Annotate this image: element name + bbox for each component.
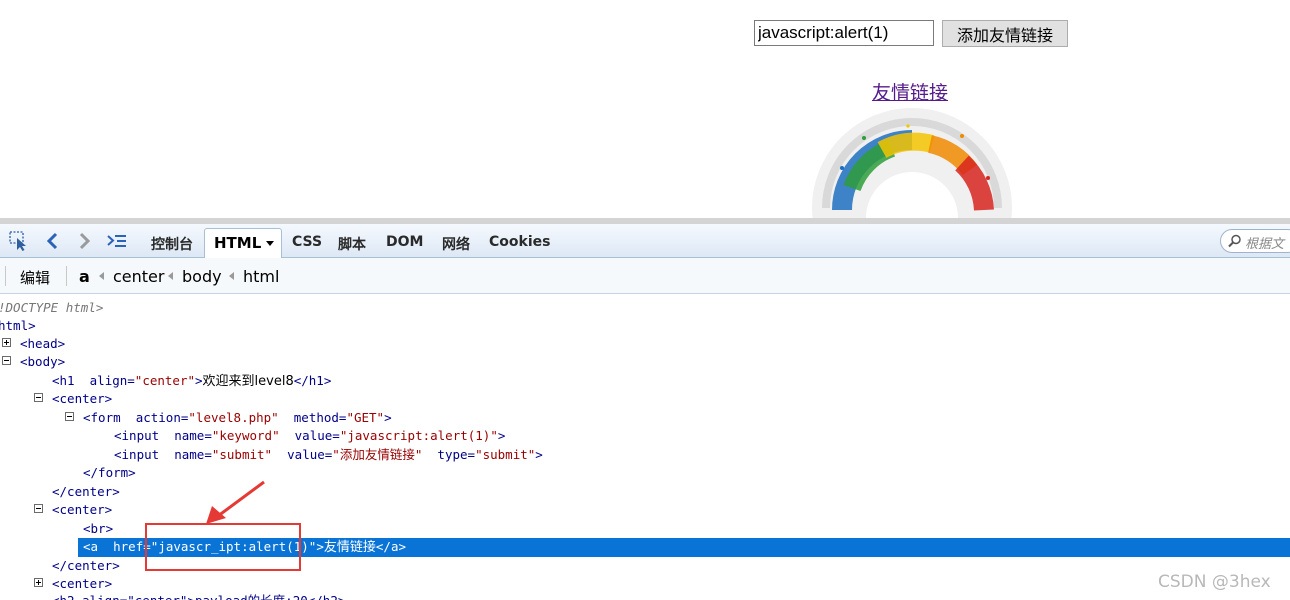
tree-center-3[interactable]: <center>	[52, 575, 112, 593]
search-icon	[1228, 234, 1241, 248]
breadcrumb-item-a[interactable]: a	[79, 267, 90, 286]
tree-head[interactable]: <head>	[20, 335, 65, 353]
tree-html[interactable]: html>	[0, 317, 36, 335]
friend-link[interactable]: 友情链接	[872, 78, 948, 105]
expand-toggle-icon[interactable]	[2, 338, 11, 347]
annotation-arrow-icon	[206, 480, 265, 524]
divider	[66, 266, 67, 286]
tag-name: <a	[83, 539, 99, 554]
breadcrumb-bar: 编辑 a center body html	[0, 258, 1290, 294]
tree-center[interactable]: <center>	[52, 390, 112, 408]
expand-toggle-icon[interactable]	[34, 578, 43, 587]
breadcrumb-arrow-icon	[99, 272, 104, 280]
add-friend-link-button[interactable]: 添加友情链接	[942, 20, 1068, 47]
attr-name: name=	[174, 447, 212, 462]
tab-script[interactable]: 脚本	[338, 234, 366, 254]
attr-name: name=	[174, 428, 212, 443]
tag-bracket: >	[535, 447, 543, 462]
tree-input-submit[interactable]: <input name="submit" value="添加友情链接" type…	[114, 446, 543, 464]
donut-image	[812, 108, 1012, 218]
attr-value: "javascript:alert(1)"	[339, 428, 498, 443]
tree-center-2[interactable]: <center>	[52, 501, 112, 519]
keyword-input[interactable]	[754, 20, 934, 46]
tab-network[interactable]: 网络	[442, 234, 470, 254]
attr-name: type=	[437, 447, 476, 462]
search-input[interactable]: 根据文	[1220, 229, 1290, 253]
attr-name: value=	[287, 447, 333, 462]
tree-input-keyword[interactable]: <input name="keyword" value="javascript:…	[114, 427, 505, 445]
divider	[5, 266, 6, 286]
tree-form[interactable]: <form action="level8.php" method="GET">	[83, 409, 392, 427]
tab-css[interactable]: CSS	[292, 234, 322, 250]
dropdown-caret-icon[interactable]	[266, 241, 275, 246]
breadcrumb-item-center[interactable]: center	[113, 267, 164, 286]
tag-close: </h1>	[293, 373, 332, 388]
collapse-toggle-icon[interactable]	[34, 393, 43, 402]
devtools-toolbar: 控制台 HTML CSS 脚本 DOM 网络 Cookies 根据文	[0, 224, 1290, 259]
tag-close: </a>	[375, 539, 406, 554]
back-icon[interactable]	[42, 230, 64, 252]
command-line-icon[interactable]	[106, 230, 128, 252]
attr-name: method=	[293, 410, 347, 425]
edit-button[interactable]: 编辑	[20, 267, 50, 288]
attr-value: "level8.php"	[188, 410, 279, 425]
text-node: 欢迎来到level8	[202, 374, 294, 389]
attr-value: "submit"	[475, 447, 536, 462]
tab-dom[interactable]: DOM	[386, 234, 423, 250]
breadcrumb-item-body[interactable]: body	[182, 267, 222, 286]
tab-html[interactable]: HTML	[204, 228, 282, 259]
tree-body[interactable]: <body>	[20, 353, 65, 371]
tree-doctype: !DOCTYPE html>	[0, 300, 104, 315]
tag-name: <h1	[52, 373, 75, 388]
search-placeholder: 根据文	[1245, 237, 1285, 252]
inspect-icon[interactable]	[8, 230, 30, 252]
breadcrumb-arrow-icon	[229, 272, 234, 280]
breadcrumb-item-html[interactable]: html	[243, 267, 279, 286]
tab-console[interactable]: 控制台	[151, 234, 193, 254]
tag-name: <form	[83, 410, 121, 425]
attr-name: action=	[135, 410, 189, 425]
attr-value: "submit"	[211, 447, 273, 462]
text-node: 友情链接	[323, 540, 376, 555]
tab-html-label: HTML	[214, 234, 262, 252]
tree-center-close[interactable]: </center>	[52, 483, 120, 501]
attr-name: value=	[294, 428, 340, 443]
tree-form-close[interactable]: </form>	[83, 464, 136, 482]
tag-name: <input	[114, 428, 160, 443]
tag-bracket: >	[316, 539, 324, 554]
attr-name: align=	[89, 373, 135, 388]
collapse-toggle-icon[interactable]	[2, 356, 11, 365]
forward-icon[interactable]	[73, 230, 95, 252]
tag-bracket: >	[195, 373, 203, 388]
tag-bracket: >	[384, 410, 392, 425]
tree-h1[interactable]: <h1 align="center">欢迎来到level8</h1>	[52, 372, 331, 390]
breadcrumb-arrow-icon	[168, 272, 173, 280]
tree-center-close-2[interactable]: </center>	[52, 557, 120, 575]
attr-value: "GET"	[346, 410, 385, 425]
collapse-toggle-icon[interactable]	[65, 412, 74, 421]
tree-br[interactable]: <br>	[83, 520, 113, 538]
attr-value: "添加友情链接"	[332, 447, 423, 462]
attr-value: "center"	[134, 373, 196, 388]
page-area: 添加友情链接 友情链接	[0, 0, 1290, 218]
collapse-toggle-icon[interactable]	[34, 504, 43, 513]
attr-value: "keyword"	[211, 428, 280, 443]
tag-name: <input	[114, 447, 160, 462]
tree-h2-partial[interactable]: <h2 align="center">payload的长度:20</h2>	[52, 592, 345, 600]
annotation-highlight-box	[145, 523, 301, 571]
tag-bracket: >	[497, 428, 506, 443]
tab-cookies[interactable]: Cookies	[489, 234, 550, 250]
watermark: CSDN @3hex	[1158, 572, 1271, 592]
